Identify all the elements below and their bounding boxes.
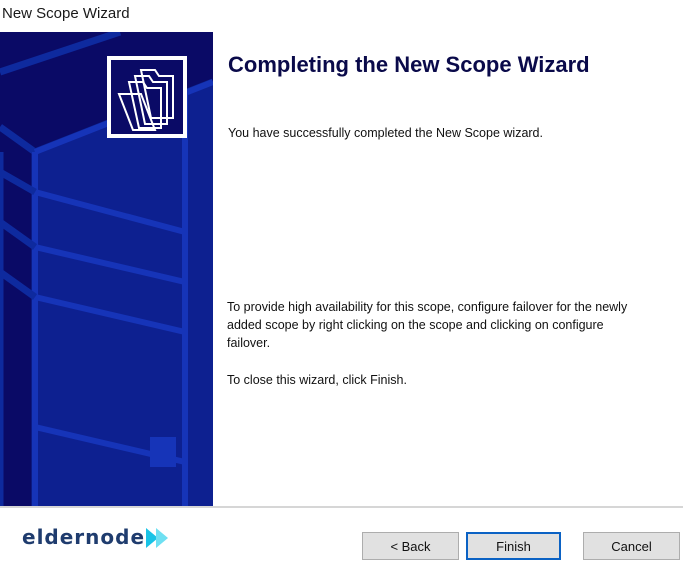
failover-message: To provide high availability for this sc… [227,300,628,350]
title-bar[interactable]: New Scope Wizard [0,0,683,32]
cancel-button[interactable]: Cancel [583,532,680,560]
window-title: New Scope Wizard [2,5,130,22]
finish-button[interactable]: Finish [466,532,561,560]
wizard-window: New Scope Wizard Completing the New Scop… [0,0,683,563]
back-button[interactable]: < Back [362,532,459,560]
side-banner [0,32,213,506]
page-title: Completing the New Scope Wizard [228,52,590,77]
close-instructions: To close this wizard, click Finish. [227,373,407,387]
wizard-content: Completing the New Scope Wizard You have… [213,32,683,506]
button-bar: eldernode < Back Finish Cancel [0,509,683,563]
success-message: You have successfully completed the New … [228,126,543,140]
eldernode-logo-text: eldernode [22,525,146,549]
play-arrows-icon [146,528,168,548]
wizard-logo [107,56,187,138]
folders-icon [111,60,183,134]
